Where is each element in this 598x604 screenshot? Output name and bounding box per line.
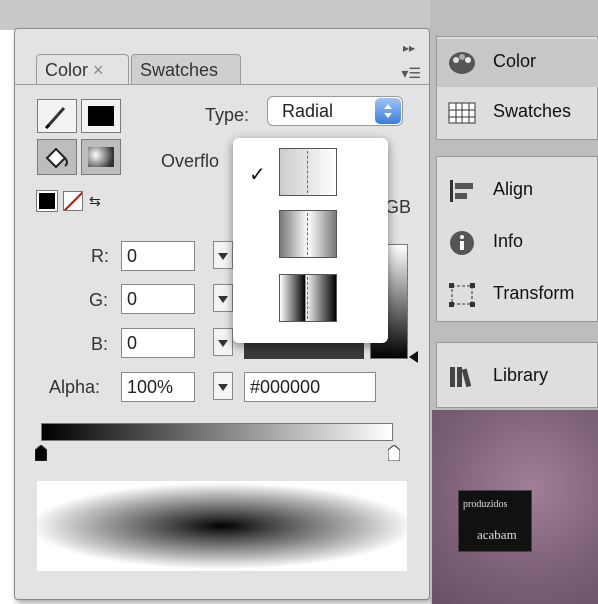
menu-checkmark: ✓ [249, 164, 266, 186]
alpha-label: Alpha: [49, 377, 101, 397]
panel-menu-icon[interactable]: ▾☰ [401, 65, 421, 82]
info-icon [447, 229, 477, 257]
dock-item-label: Transform [493, 283, 575, 303]
select-stepper-icon [375, 98, 401, 124]
library-books-icon [447, 363, 477, 391]
g-input[interactable]: 0 [121, 284, 195, 314]
type-select[interactable]: Radial [267, 96, 403, 126]
panel-tab-strip: Color × Swatches ▸▸ ▾☰ [15, 29, 429, 85]
overflow-option-repeat[interactable] [279, 274, 337, 322]
alpha-dropdown-button[interactable] [213, 372, 233, 400]
dock-item-info[interactable]: Info [437, 219, 598, 267]
type-select-value: Radial [282, 101, 334, 121]
paint-bucket-icon [45, 147, 68, 169]
g-label: G: [89, 290, 109, 310]
swatches-grid-icon [447, 99, 477, 127]
fill-color-swatch[interactable] [81, 139, 121, 175]
dock-item-label: Swatches [493, 101, 572, 121]
r-label: R: [91, 246, 109, 266]
hex-input[interactable]: #000000 [244, 372, 376, 402]
dock-item-label: Info [493, 231, 524, 251]
dock-group-color: Color Swatches [436, 36, 598, 140]
dock-item-label: Color [493, 51, 537, 71]
r-input[interactable]: 0 [121, 241, 195, 271]
dock-item-swatches[interactable]: Swatches [437, 89, 598, 137]
dock-item-library[interactable]: Library [437, 353, 598, 401]
stroke-color-swatch[interactable] [81, 99, 121, 133]
fill-gradient-chip [88, 147, 114, 167]
dock-item-label: Library [493, 365, 549, 385]
background-ruler [0, 0, 430, 30]
brightness-slider-handle[interactable] [409, 351, 418, 363]
overflow-menu: ✓ [233, 138, 388, 343]
g-dropdown-button[interactable] [213, 284, 233, 312]
thumbnail-text-line: produzidos [463, 499, 508, 510]
dock-item-label: Align [493, 179, 534, 199]
alpha-input[interactable]: 100% [121, 372, 195, 402]
stage-background: produzidos acabam [432, 410, 598, 604]
transform-icon [447, 281, 477, 309]
pencil-icon [44, 107, 66, 130]
thumbnail-text-line: acabam [477, 527, 517, 542]
gradient-stop-black[interactable] [34, 444, 48, 462]
type-label: Type: [205, 105, 250, 125]
no-color-icon[interactable] [63, 191, 83, 211]
gradient-stop-white[interactable] [387, 444, 401, 462]
gradient-bar[interactable] [41, 423, 393, 441]
gradient-preview [37, 481, 407, 571]
stroke-color-chip [88, 106, 114, 126]
tab-close-icon[interactable]: × [93, 60, 104, 80]
overflow-option-reflect[interactable] [279, 210, 337, 258]
tab-swatches[interactable]: Swatches [131, 54, 241, 84]
dock-item-align[interactable]: Align [437, 167, 598, 215]
dock-item-transform[interactable]: Transform [437, 271, 598, 319]
dock-group-library: Library [436, 342, 598, 408]
color-palette-icon [447, 49, 477, 77]
swap-colors-icon[interactable]: ⇆ [89, 191, 113, 211]
tab-color[interactable]: Color × [36, 54, 129, 84]
overflow-option-extend[interactable] [279, 148, 337, 196]
r-dropdown-button[interactable] [213, 241, 233, 269]
stage-thumbnail: produzidos acabam [458, 490, 532, 552]
black-white-icon[interactable] [36, 190, 58, 212]
overflow-label: Overflo [161, 151, 220, 171]
panel-collapse-icon[interactable]: ▸▸ [403, 41, 415, 55]
rgb-label-fragment: GB [385, 197, 412, 217]
b-label: B: [91, 334, 109, 354]
b-dropdown-button[interactable] [213, 328, 233, 356]
fill-bucket-button[interactable] [37, 139, 77, 175]
dock-group-align: Align Info Transform [436, 156, 598, 322]
tab-color-label: Color [45, 60, 89, 80]
dock-item-color[interactable]: Color [437, 39, 598, 87]
b-input[interactable]: 0 [121, 328, 195, 358]
align-icon [447, 177, 477, 205]
stroke-pencil-button[interactable] [37, 99, 77, 133]
